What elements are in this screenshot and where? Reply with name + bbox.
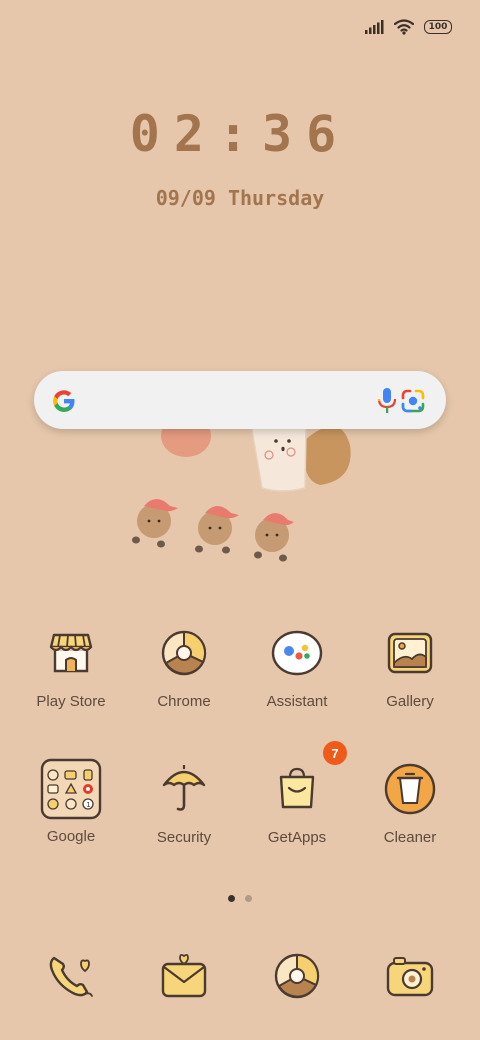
messages-icon: [156, 948, 212, 1004]
dock-phone[interactable]: [15, 948, 127, 1004]
chrome-dock-icon: [269, 948, 325, 1004]
security-icon: [156, 761, 212, 817]
app-label: Gallery: [386, 693, 434, 710]
app-label: Security: [156, 829, 212, 846]
signal-icon: [364, 20, 384, 34]
play-store-icon: [43, 625, 99, 681]
status-bar: 100: [364, 14, 452, 40]
clock-date: 09/09 Thursday: [155, 186, 325, 210]
cleaner-icon: [382, 761, 438, 817]
app-security[interactable]: Security: [128, 761, 240, 846]
gallery-icon: [382, 625, 438, 681]
clock-time: 02:36: [129, 105, 351, 163]
app-google-folder[interactable]: 1 Google: [15, 758, 127, 845]
app-play-store[interactable]: Play Store: [15, 625, 127, 710]
dock-messages[interactable]: [128, 948, 240, 1004]
cookie-character-1: [132, 499, 178, 548]
wifi-icon: [394, 19, 414, 35]
dock-chrome[interactable]: [241, 948, 353, 1004]
mic-icon[interactable]: [376, 386, 398, 420]
app-label: Chrome: [157, 693, 211, 710]
cookie-character-2: [195, 506, 239, 554]
page-dot-2[interactable]: [245, 895, 252, 902]
app-label: Google: [46, 828, 96, 845]
google-g-icon: [50, 387, 78, 419]
cookie-character-3: [254, 513, 294, 562]
page-indicator[interactable]: [228, 895, 252, 902]
app-getapps[interactable]: 7 GetApps: [241, 741, 353, 846]
assistant-icon: [269, 625, 325, 681]
notification-badge: 7: [323, 741, 347, 765]
chrome-icon: [156, 625, 212, 681]
phone-icon: [43, 948, 99, 1004]
dock-camera[interactable]: [354, 948, 466, 1004]
svg-text:1: 1: [86, 801, 90, 809]
app-gallery[interactable]: Gallery: [354, 625, 466, 710]
google-folder-icon: 1: [40, 758, 102, 820]
getapps-icon: 7: [269, 741, 347, 817]
app-label: Assistant: [266, 693, 328, 710]
battery-level: 100: [424, 20, 452, 34]
battery-indicator: 100: [424, 20, 452, 34]
google-search-bar[interactable]: [34, 371, 446, 429]
app-label: Cleaner: [383, 829, 437, 846]
google-lens-icon[interactable]: [399, 387, 427, 419]
app-assistant[interactable]: Assistant: [241, 625, 353, 710]
camera-icon: [382, 948, 438, 1004]
app-label: Play Store: [36, 693, 106, 710]
app-label: GetApps: [267, 829, 327, 846]
app-cleaner[interactable]: Cleaner: [354, 761, 466, 846]
app-chrome[interactable]: Chrome: [128, 625, 240, 710]
page-dot-1[interactable]: [228, 895, 235, 902]
